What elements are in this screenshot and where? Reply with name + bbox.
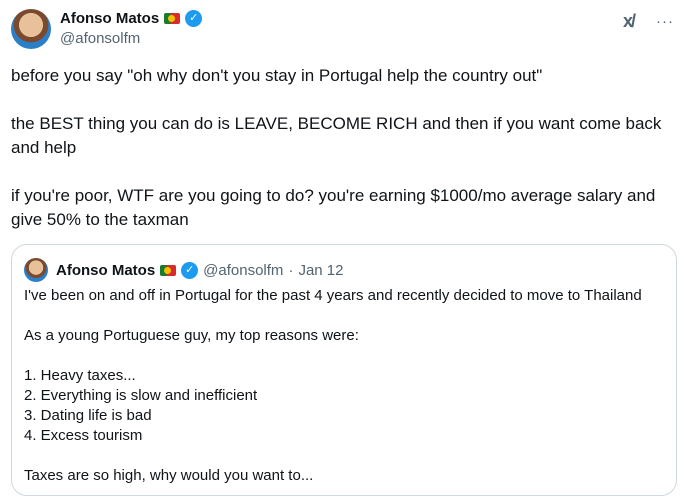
author-display-name[interactable]: Afonso Matos bbox=[60, 10, 159, 27]
quoted-tweet[interactable]: Afonso Matos ✓ @afonsolfm · Jan 12 I've … bbox=[11, 244, 677, 496]
tweet-card: Afonso Matos ✓ @afonsolfm x/ ··· before … bbox=[0, 0, 684, 502]
more-options-icon[interactable]: ··· bbox=[656, 13, 674, 30]
verified-badge-icon: ✓ bbox=[181, 261, 199, 279]
tweet-header: Afonso Matos ✓ @afonsolfm x/ ··· bbox=[11, 9, 674, 53]
verified-badge-icon: ✓ bbox=[185, 10, 203, 27]
quoted-date: Jan 12 bbox=[298, 261, 344, 279]
meta-separator: · bbox=[288, 261, 294, 279]
header-actions: x/ ··· bbox=[623, 11, 674, 32]
quoted-display-name: Afonso Matos bbox=[56, 261, 156, 279]
avatar[interactable] bbox=[11, 9, 51, 49]
author-handle[interactable]: @afonsolfm bbox=[60, 30, 140, 47]
quoted-tweet-text: I've been on and off in Portugal for the… bbox=[24, 287, 642, 484]
quoted-handle: @afonsolfm bbox=[203, 261, 284, 279]
portugal-flag-icon bbox=[160, 264, 177, 276]
quoted-tweet-header: Afonso Matos ✓ @afonsolfm · Jan 12 bbox=[24, 258, 343, 282]
quoted-avatar bbox=[24, 258, 48, 282]
tweet-text: before you say "oh why don't you stay in… bbox=[11, 66, 662, 229]
author-name-row: Afonso Matos ✓ bbox=[60, 10, 203, 27]
portugal-flag-icon bbox=[164, 13, 181, 24]
grok-icon[interactable]: x/ bbox=[623, 11, 636, 32]
